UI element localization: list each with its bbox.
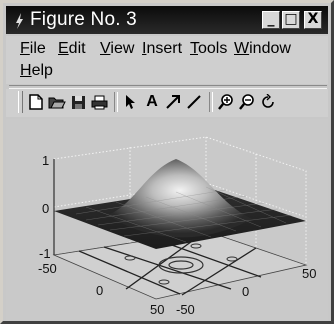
x-tick-label: 0 (242, 284, 250, 299)
z-tick-label: 1 (42, 153, 50, 168)
menu-file[interactable]: File (20, 40, 46, 58)
insert-text-icon[interactable]: A (142, 92, 162, 112)
axes-area[interactable]: 1 0 -1 -50 0 50 -50 0 50 (6, 119, 328, 321)
menu-tools[interactable]: Tools (190, 40, 227, 58)
menu-view[interactable]: View (100, 40, 134, 58)
figure-toolbar: A (6, 89, 328, 117)
toolbar-grip[interactable] (18, 91, 23, 113)
y-tick-label: -50 (38, 261, 57, 276)
menu-bar: File Edit View Insert Tools Window Help (6, 36, 328, 84)
zoom-in-icon[interactable] (216, 92, 236, 112)
surface-plot (52, 136, 308, 300)
menu-help[interactable]: Help (20, 62, 53, 80)
maximize-button[interactable]: □ (282, 11, 300, 29)
toolbar-separator (209, 92, 213, 112)
open-file-icon[interactable] (47, 92, 67, 112)
select-arrow-icon[interactable] (120, 92, 140, 112)
menu-edit[interactable]: Edit (58, 40, 86, 58)
toolbar-separator (114, 92, 118, 112)
new-figure-icon[interactable] (26, 92, 46, 112)
close-button[interactable]: X (304, 11, 322, 29)
z-tick-label: -1 (39, 246, 51, 261)
insert-arrow-icon[interactable] (163, 92, 183, 112)
window-title: Figure No. 3 (30, 9, 137, 30)
rotate-3d-icon[interactable] (258, 92, 278, 112)
y-tick-label: 50 (150, 302, 165, 317)
title-bar[interactable]: Figure No. 3 _ □ X (6, 6, 328, 34)
insert-line-icon[interactable] (184, 92, 204, 112)
figure-window: Figure No. 3 _ □ X File Edit View Insert… (0, 0, 334, 324)
x-tick-label: 50 (302, 266, 317, 281)
x-tick-label: -50 (176, 302, 195, 317)
menu-window[interactable]: Window (234, 40, 291, 58)
menu-insert[interactable]: Insert (142, 40, 182, 58)
matlab-figure-icon (16, 13, 23, 29)
y-tick-label: 0 (96, 283, 104, 298)
minimize-button[interactable]: _ (262, 11, 280, 29)
zoom-out-icon[interactable] (237, 92, 257, 112)
print-icon[interactable] (89, 92, 109, 112)
save-icon[interactable] (68, 92, 88, 112)
surface-mesh (54, 159, 306, 249)
z-tick-label: 0 (42, 201, 50, 216)
